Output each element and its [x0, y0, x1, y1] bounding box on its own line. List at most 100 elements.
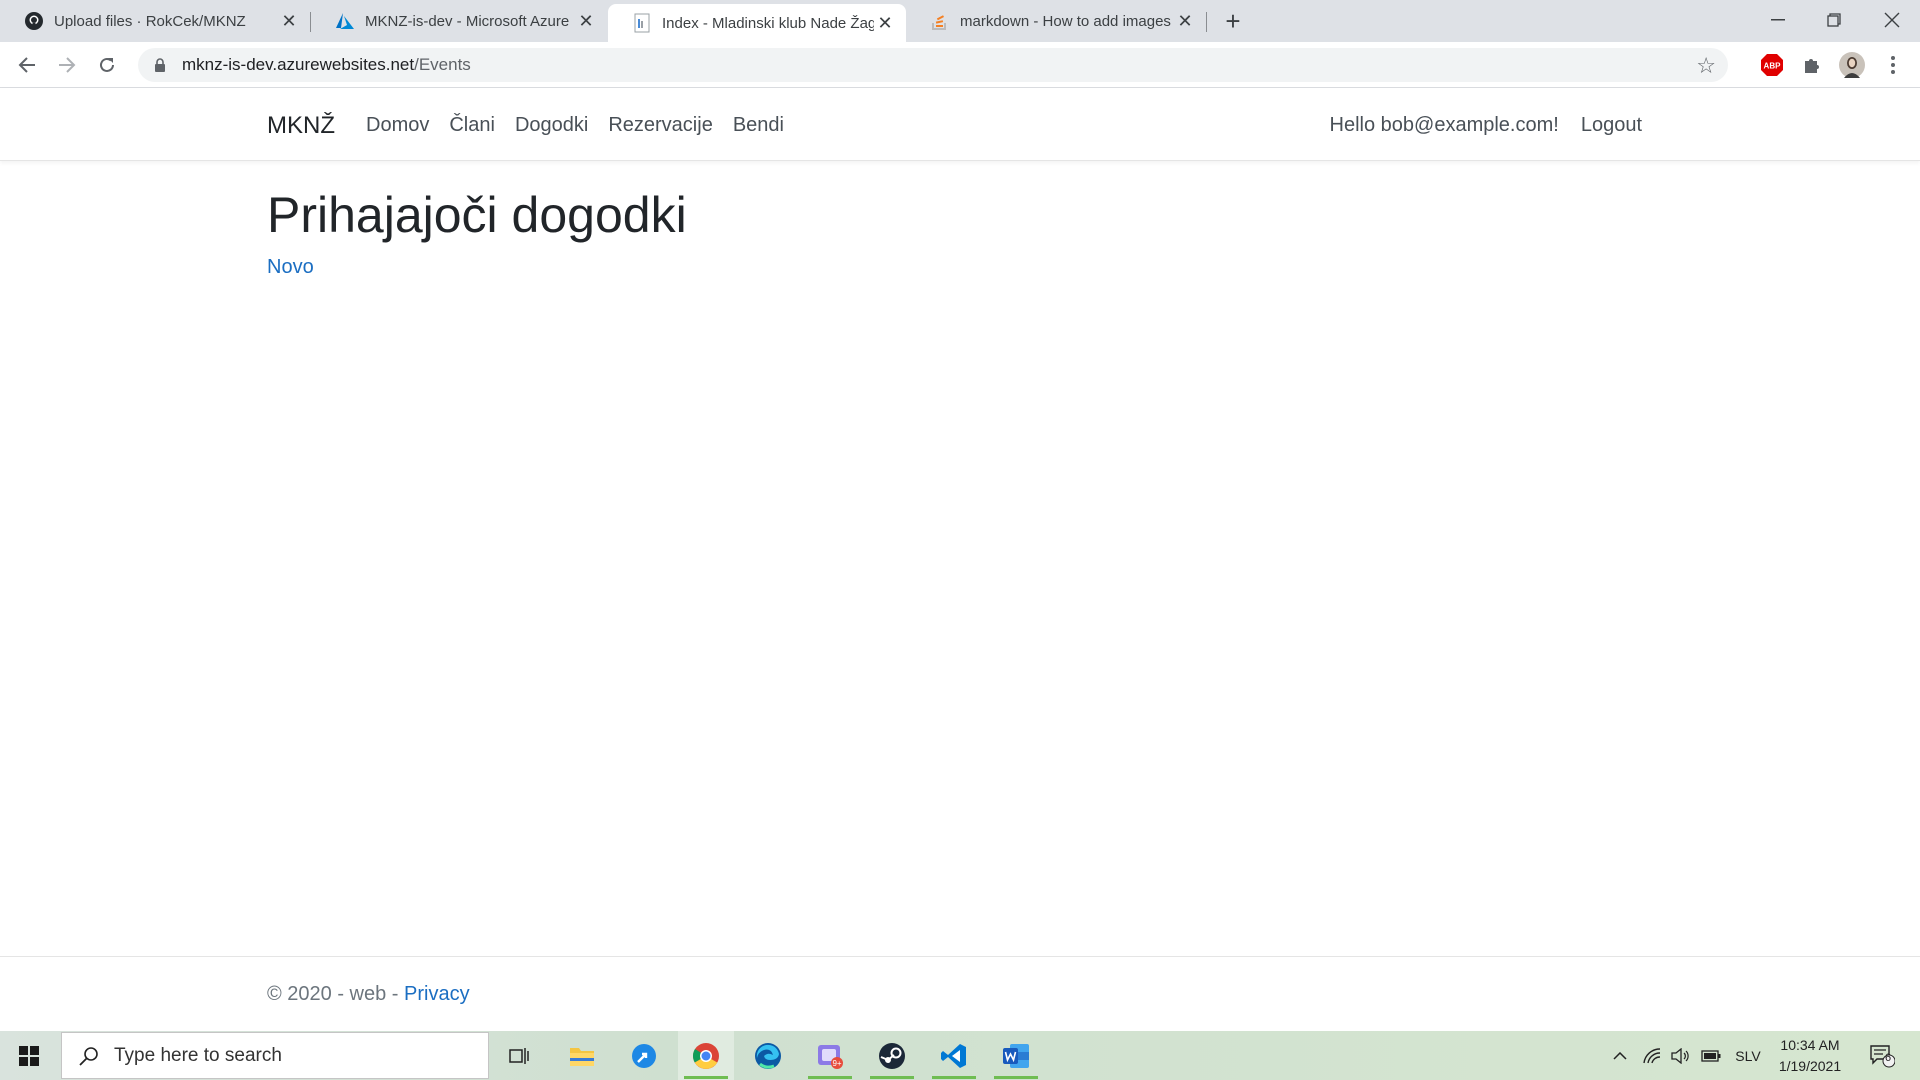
adblock-icon: ABP	[1761, 54, 1783, 76]
minimize-button[interactable]	[1750, 0, 1806, 40]
notification-app-button[interactable]: 9+	[802, 1031, 858, 1080]
puzzle-icon	[1805, 59, 1819, 73]
vscode-button[interactable]	[926, 1031, 982, 1080]
chrome-icon	[692, 1042, 719, 1069]
nav-link-bendi[interactable]: Bendi	[733, 114, 784, 137]
steam-button[interactable]	[864, 1031, 920, 1080]
folder-icon	[570, 1047, 594, 1066]
back-button[interactable]	[11, 49, 43, 81]
bookmark-star-icon[interactable]: ☆	[1696, 53, 1716, 79]
search-icon	[78, 1045, 100, 1067]
tab-title: Upload files · RokCek/MKNZ	[54, 12, 246, 30]
wifi-icon	[1643, 1047, 1661, 1063]
adblock-extension-button[interactable]: ABP	[1758, 51, 1786, 79]
clock-date: 1/19/2021	[1778, 1058, 1842, 1074]
forward-arrow-icon	[59, 57, 76, 73]
windows-taskbar: Type here to search 9+ SLV 10:34 AM 1/19…	[0, 1031, 1920, 1080]
avatar-icon	[1839, 52, 1865, 78]
close-icon[interactable]: ✕	[278, 10, 300, 32]
word-button[interactable]	[988, 1031, 1044, 1080]
notification-count: 6	[1885, 1052, 1892, 1064]
footer-text: © 2020 - web - Privacy	[267, 983, 470, 1006]
close-icon[interactable]: ✕	[874, 12, 896, 34]
speaker-icon	[1671, 1047, 1689, 1064]
url-host: mknz-is-dev.azurewebsites.net	[182, 55, 415, 74]
nav-link-dogodki[interactable]: Dogodki	[515, 114, 588, 137]
tab-azure[interactable]: MKNZ-is-dev - Microsoft Azure ✕	[311, 0, 607, 42]
azure-icon	[335, 11, 355, 31]
reload-button[interactable]	[91, 49, 123, 81]
clock-time: 10:34 AM	[1780, 1037, 1840, 1053]
url-path: /Events	[414, 55, 471, 74]
clock[interactable]: 10:34 AM 1/19/2021	[1770, 1035, 1850, 1077]
action-center-button[interactable]: 6	[1862, 1031, 1902, 1080]
tab-separator	[1206, 12, 1207, 32]
start-button[interactable]	[0, 1031, 58, 1080]
battery-icon	[1701, 1049, 1721, 1062]
privacy-link[interactable]: Privacy	[404, 983, 470, 1005]
svg-text:9+: 9+	[832, 1059, 841, 1068]
site-navbar: MKNŽ Domov Člani Dogodki Rezervacije Ben…	[0, 88, 1920, 161]
extensions-button[interactable]	[1798, 51, 1826, 79]
windows-logo-icon	[19, 1045, 39, 1066]
show-hidden-icons-button[interactable]	[1606, 1031, 1634, 1080]
close-icon[interactable]: ✕	[1174, 10, 1196, 32]
browser-toolbar: mknz-is-dev.azurewebsites.net/Events ☆ A…	[0, 42, 1920, 88]
address-bar[interactable]: mknz-is-dev.azurewebsites.net/Events ☆	[138, 48, 1728, 82]
site-brand[interactable]: MKNŽ	[267, 112, 335, 140]
edge-icon	[755, 1042, 781, 1069]
edge-button[interactable]	[740, 1031, 796, 1080]
vscode-icon	[941, 1043, 966, 1068]
close-window-button[interactable]	[1864, 0, 1920, 40]
close-icon[interactable]: ✕	[575, 10, 597, 32]
kebab-menu-icon	[1891, 56, 1895, 74]
svg-text:ABP: ABP	[1764, 62, 1782, 71]
site-footer: © 2020 - web - Privacy	[0, 956, 1920, 1031]
profile-avatar[interactable]	[1838, 51, 1866, 79]
stackoverflow-icon	[930, 11, 950, 31]
lock-icon[interactable]	[152, 57, 168, 73]
tab-github[interactable]: Upload files · RokCek/MKNZ ✕	[0, 0, 310, 42]
tab-strip: Upload files · RokCek/MKNZ ✕ MKNZ-is-dev…	[0, 0, 1920, 42]
new-event-link[interactable]: Novo	[267, 256, 314, 279]
battery-button[interactable]	[1696, 1031, 1726, 1080]
file-explorer-button[interactable]	[554, 1031, 610, 1080]
new-tab-button[interactable]: +	[1218, 6, 1248, 36]
browser-menu-button[interactable]	[1879, 51, 1907, 79]
nav-link-domov[interactable]: Domov	[366, 114, 429, 137]
network-button[interactable]	[1638, 1031, 1666, 1080]
volume-button[interactable]	[1666, 1031, 1694, 1080]
web-page: MKNŽ Domov Člani Dogodki Rezervacije Ben…	[0, 88, 1920, 1031]
url-text: mknz-is-dev.azurewebsites.net/Events	[182, 55, 471, 75]
nav-links: Domov Člani Dogodki Rezervacije Bendi	[366, 114, 784, 137]
nav-link-clani[interactable]: Člani	[449, 114, 495, 137]
reload-icon	[100, 57, 114, 72]
user-greeting[interactable]: Hello bob@example.com!	[1330, 114, 1559, 137]
forward-button[interactable]	[51, 49, 83, 81]
nav-link-rezervacije[interactable]: Rezervacije	[608, 114, 712, 137]
user-nav: Hello bob@example.com! Logout	[1330, 114, 1642, 137]
logout-button[interactable]: Logout	[1581, 114, 1642, 137]
copyright-text: © 2020 - web -	[267, 983, 405, 1005]
tab-title: Index - Mladinski klub Nade Žagar	[662, 14, 874, 32]
task-view-button[interactable]	[492, 1031, 548, 1080]
page-icon	[632, 13, 652, 33]
taskbar-search-box[interactable]: Type here to search	[61, 1032, 489, 1079]
app-badge-icon: 9+	[818, 1044, 843, 1069]
search-placeholder: Type here to search	[114, 1044, 282, 1066]
tab-index-active[interactable]: Index - Mladinski klub Nade Žagar ✕	[608, 4, 906, 42]
task-view-icon	[509, 1047, 529, 1064]
tab-title: MKNZ-is-dev - Microsoft Azure	[365, 12, 570, 30]
page-title: Prihajajoči dogodki	[267, 187, 687, 243]
word-icon	[1003, 1043, 1029, 1068]
chrome-button[interactable]	[678, 1031, 734, 1080]
github-icon	[24, 11, 44, 31]
tab-title: markdown - How to add images	[960, 12, 1171, 30]
chevron-up-icon	[1613, 1051, 1627, 1060]
back-arrow-icon	[18, 57, 35, 73]
restore-button[interactable]	[1806, 0, 1862, 40]
app-compass-icon	[632, 1043, 656, 1068]
tab-stackoverflow[interactable]: markdown - How to add images ✕	[906, 0, 1206, 42]
app-button-blue[interactable]	[616, 1031, 672, 1080]
language-indicator[interactable]: SLV	[1730, 1031, 1766, 1080]
